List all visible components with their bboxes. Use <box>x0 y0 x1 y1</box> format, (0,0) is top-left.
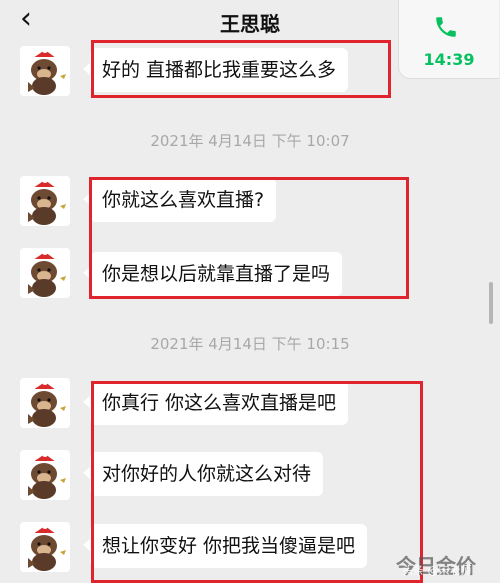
bear-avatar-icon <box>28 47 66 95</box>
avatar[interactable] <box>20 248 70 298</box>
bear-avatar-icon <box>28 177 66 225</box>
avatar[interactable] <box>20 522 70 572</box>
call-duration: 14:39 <box>423 50 475 69</box>
chat-timestamp: 2021年 4月14日 下午 10:15 <box>150 335 350 353</box>
bear-avatar-icon <box>28 249 66 297</box>
avatar[interactable] <box>20 176 70 226</box>
avatar[interactable] <box>20 450 70 500</box>
watermark-handle: 头条 @宋老师 <box>402 564 472 577</box>
highlight-box <box>89 177 409 299</box>
chat-timestamp: 2021年 4月14日 下午 10:07 <box>150 132 350 150</box>
bear-avatar-icon <box>28 379 66 427</box>
avatar[interactable] <box>20 46 70 96</box>
avatar[interactable] <box>20 378 70 428</box>
phone-icon <box>436 17 456 37</box>
highlight-box <box>91 381 423 583</box>
bear-avatar-icon <box>28 523 66 571</box>
ongoing-call-card[interactable]: 14:39 <box>398 0 499 79</box>
scrollbar[interactable] <box>489 282 493 324</box>
highlight-box <box>91 40 391 98</box>
bear-avatar-icon <box>28 451 66 499</box>
